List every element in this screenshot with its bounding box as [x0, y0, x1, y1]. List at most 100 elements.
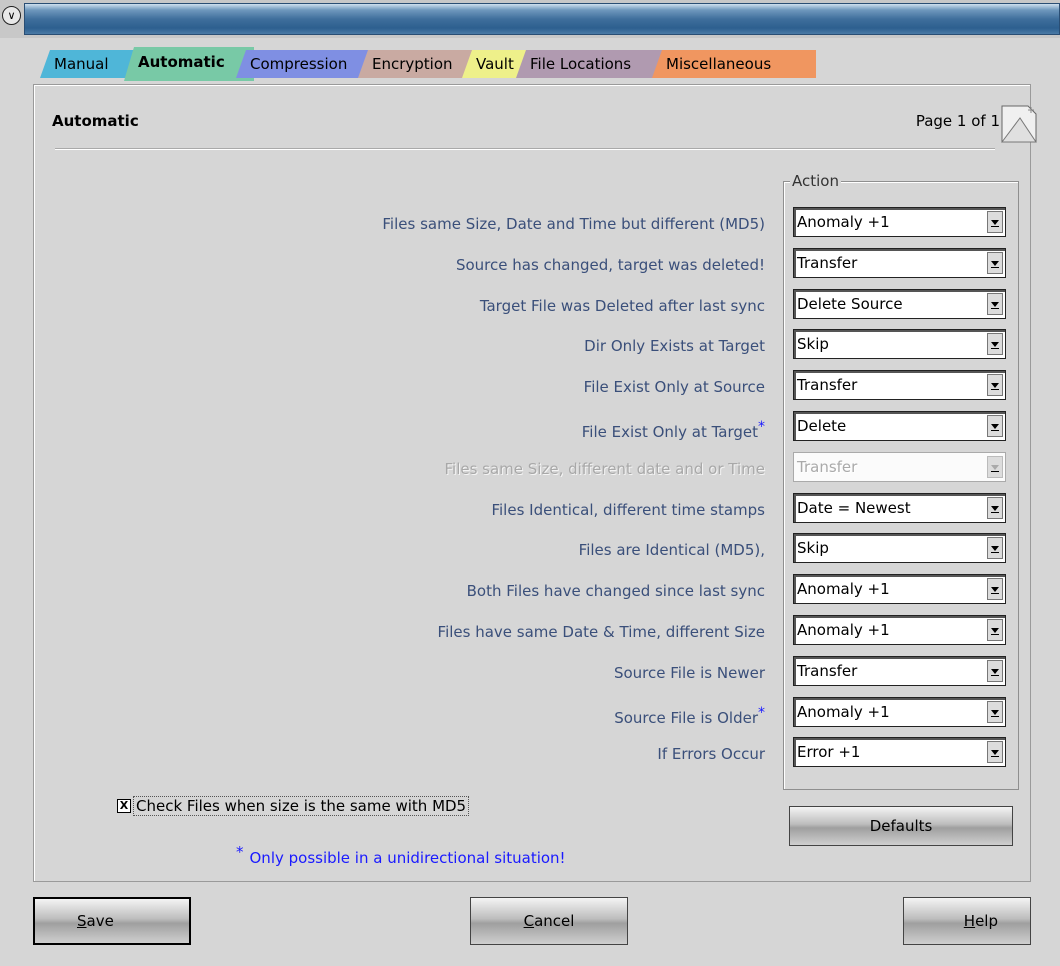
chevron-down-icon[interactable] [987, 293, 1003, 315]
action-select[interactable]: Skip [793, 533, 1006, 563]
action-select-value: Transfer [797, 254, 858, 272]
cancel-label: ancel [534, 912, 575, 930]
rule-label: If Errors Occur [657, 745, 765, 763]
chevron-down-icon[interactable] [987, 701, 1003, 723]
md5-check-option[interactable]: X Check Files when size is the same with… [117, 796, 470, 816]
rule-label-text: Source File is Newer [613, 664, 765, 682]
rule-label-text: File Exist Only at Target [581, 423, 758, 441]
rule-label: Source File is Newer [614, 664, 765, 682]
save-mnemonic: S [77, 912, 87, 930]
rule-label-text: Target File was Deleted after last sync [479, 297, 765, 315]
rule-label-text: Source has changed, target was deleted! [455, 256, 765, 274]
action-select-value: Transfer [797, 662, 858, 680]
action-select-value: Transfer [797, 458, 858, 476]
rule-label: Both Files have changed since last sync [467, 582, 765, 600]
action-select-value: Anomaly +1 [797, 213, 890, 231]
md5-checkbox[interactable]: X [117, 799, 131, 813]
action-select-value: Transfer [797, 376, 858, 394]
rule-label: File Exist Only at Target* [582, 419, 765, 441]
help-mnemonic: H [963, 912, 976, 930]
tab-miscellaneous[interactable]: Miscellaneous [652, 50, 816, 78]
page-title: Automatic [52, 112, 139, 130]
collapse-icon[interactable]: ∨ [2, 6, 21, 25]
save-label: ave [86, 912, 114, 930]
rule-label: File Exist Only at Source [584, 378, 765, 396]
cancel-button[interactable]: Cancel [470, 897, 628, 945]
page-corner-icon[interactable] [998, 104, 1038, 144]
tab-file-locations[interactable]: File Locations [516, 50, 670, 78]
save-button[interactable]: Save [33, 897, 191, 945]
unidirectional-star: * [758, 705, 765, 721]
chevron-down-icon[interactable] [987, 497, 1003, 519]
rule-label-text: Dir Only Exists at Target [584, 337, 765, 355]
note-star: * [236, 843, 244, 861]
action-select[interactable]: Transfer [793, 248, 1006, 278]
action-select[interactable]: Anomaly +1 [793, 207, 1006, 237]
cancel-mnemonic: C [523, 912, 535, 930]
rule-label: Files are Identical (MD5), [579, 541, 765, 559]
chevron-down-icon[interactable] [987, 619, 1003, 641]
tab-compression[interactable]: Compression [236, 50, 376, 78]
titlebar-bar[interactable] [24, 3, 1060, 35]
action-select[interactable]: Anomaly +1 [793, 697, 1006, 727]
action-select-value: Anomaly +1 [797, 621, 890, 639]
action-select[interactable]: Delete [793, 411, 1006, 441]
defaults-button[interactable]: Defaults [789, 806, 1013, 846]
rule-label: Dir Only Exists at Target [584, 337, 765, 355]
action-select-value: Skip [797, 539, 829, 557]
header-divider [55, 148, 995, 149]
chevron-down-icon[interactable] [987, 211, 1003, 233]
action-select: Transfer [793, 452, 1006, 482]
rule-label-text: Files Identical, different time stamps [491, 501, 765, 519]
rule-label-text: Both Files have changed since last sync [466, 582, 765, 600]
tab-label: File Locations [530, 55, 632, 73]
rule-label-text: Files have same Date & Time, different S… [437, 623, 765, 641]
rule-label: Source File is Older* [614, 705, 765, 727]
action-select-value: Skip [797, 335, 829, 353]
chevron-down-icon[interactable] [987, 578, 1003, 600]
chevron-down-icon[interactable] [987, 660, 1003, 682]
md5-checkbox-label[interactable]: Check Files when size is the same with M… [133, 796, 470, 816]
rule-label-text: Files same Size, Date and Time but diffe… [382, 215, 765, 233]
action-select[interactable]: Anomaly +1 [793, 574, 1006, 604]
tab-label: Encryption [372, 55, 453, 73]
action-select[interactable]: Anomaly +1 [793, 615, 1006, 645]
rule-label: Files Identical, different time stamps [491, 501, 765, 519]
rule-label: Files same Size, different date and or T… [444, 460, 765, 478]
action-select[interactable]: Error +1 [793, 737, 1006, 767]
note-text: Only possible in a unidirectional situat… [249, 849, 566, 867]
action-select[interactable]: Delete Source [793, 289, 1006, 319]
rule-label-text: Source File is Older [614, 709, 758, 727]
rule-label: Files have same Date & Time, different S… [438, 623, 765, 641]
chevron-down-icon[interactable] [987, 252, 1003, 274]
window-titlebar: ∨ [0, 0, 1060, 38]
help-button[interactable]: Help [903, 897, 1031, 945]
chevron-down-icon[interactable] [987, 537, 1003, 559]
rule-label: Target File was Deleted after last sync [480, 297, 765, 315]
tab-encryption[interactable]: Encryption [358, 50, 480, 78]
chevron-down-icon[interactable] [987, 374, 1003, 396]
action-group-title: Action [790, 172, 841, 190]
action-select[interactable]: Skip [793, 329, 1006, 359]
tab-label: Vault [476, 55, 514, 73]
chevron-down-icon[interactable] [987, 415, 1003, 437]
rule-label: Source has changed, target was deleted! [456, 256, 765, 274]
tab-label: Miscellaneous [666, 55, 772, 73]
tab-label: Manual [54, 55, 109, 73]
tab-automatic[interactable]: Automatic [124, 47, 254, 81]
tab-label: Compression [250, 55, 348, 73]
chevron-down-icon[interactable] [987, 333, 1003, 355]
action-select[interactable]: Transfer [793, 656, 1006, 686]
rule-label-text: If Errors Occur [657, 745, 765, 763]
chevron-down-icon [987, 456, 1003, 478]
unidirectional-star: * [758, 419, 765, 435]
action-select[interactable]: Date = Newest [793, 493, 1006, 523]
action-select-value: Delete Source [797, 295, 903, 313]
action-select-value: Anomaly +1 [797, 580, 890, 598]
rule-label-text: Files same Size, different date and or T… [444, 460, 765, 478]
action-select-value: Delete [797, 417, 847, 435]
chevron-down-icon[interactable] [987, 741, 1003, 763]
action-select[interactable]: Transfer [793, 370, 1006, 400]
help-label: elp [975, 912, 998, 930]
unidirectional-note: * Only possible in a unidirectional situa… [236, 843, 566, 867]
